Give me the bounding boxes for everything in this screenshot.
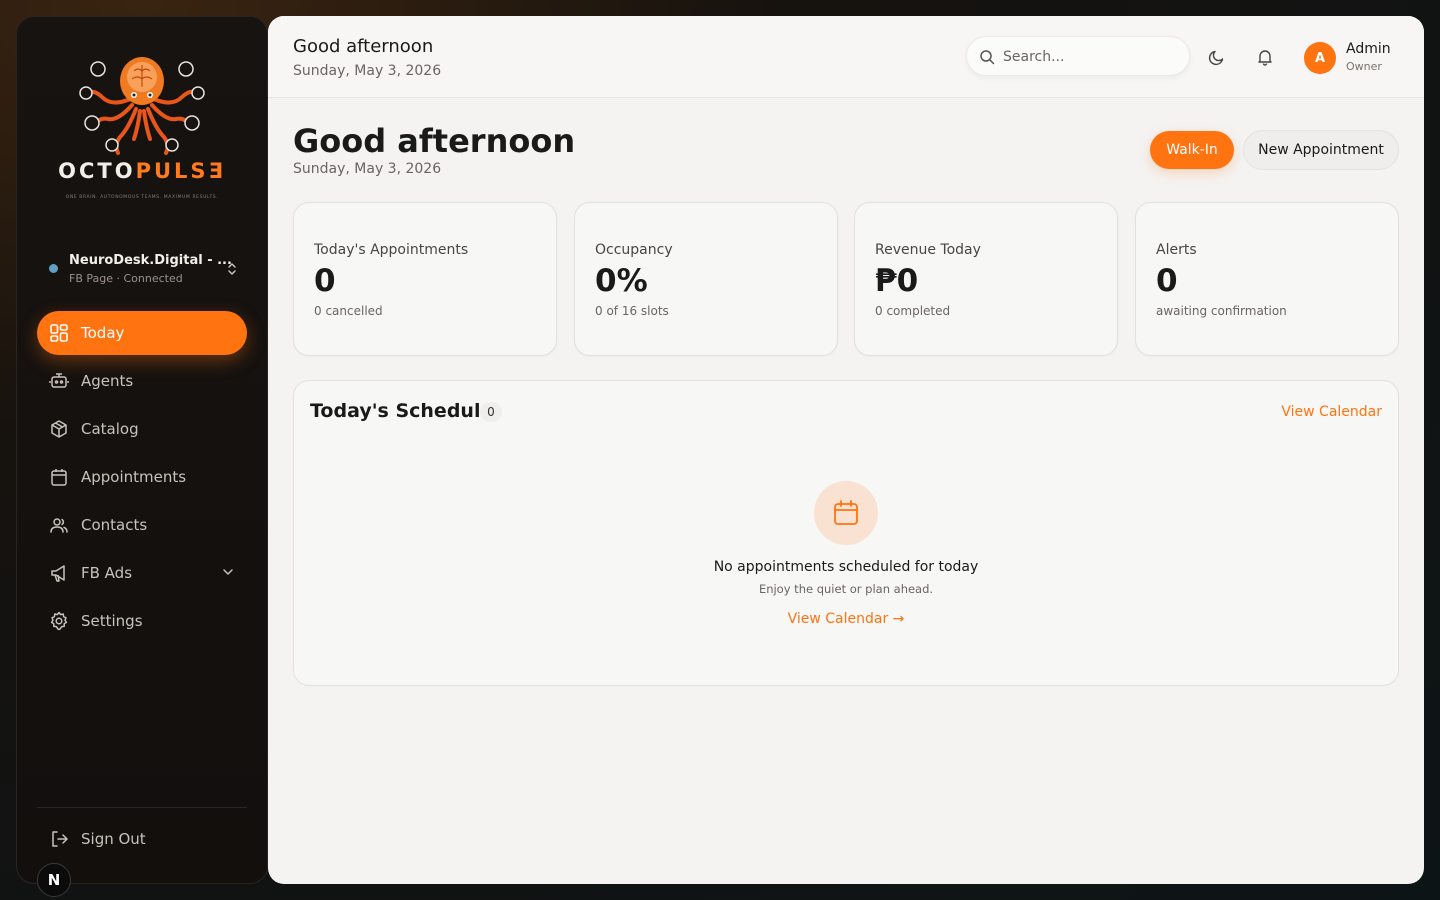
sidebar-item-catalog[interactable]: Catalog xyxy=(37,407,247,451)
search-box[interactable] xyxy=(966,36,1190,76)
stat-label: Revenue Today xyxy=(875,242,981,258)
chevron-up-down-icon xyxy=(228,263,236,275)
chevron-down-icon xyxy=(223,569,233,575)
empty-state-icon xyxy=(814,481,878,545)
stat-subtext: 0 cancelled xyxy=(314,304,383,318)
gear-icon xyxy=(49,611,69,631)
page-title: Good afternoon xyxy=(293,122,576,160)
stat-card-appointments: Today's Appointments 0 0 cancelled xyxy=(293,202,557,356)
sidebar-item-label: Settings xyxy=(81,612,143,630)
sidebar-divider xyxy=(37,807,247,808)
sidebar: OCTOPULSƎ ONE BRAIN. AUTONOMOUS TEAMS. M… xyxy=(16,16,268,897)
page-date: Sunday, May 3, 2026 xyxy=(293,161,442,177)
robot-icon xyxy=(49,371,69,391)
stat-value: 0 xyxy=(1156,263,1178,299)
logout-icon xyxy=(49,829,69,849)
stat-subtext: 0 of 16 slots xyxy=(595,304,669,318)
sidebar-item-label: Today xyxy=(81,324,125,342)
user-name: Admin xyxy=(1346,41,1391,57)
main-panel: Good afternoon Sunday, May 3, 2026 A Adm… xyxy=(268,16,1424,884)
sidebar-item-agents[interactable]: Agents xyxy=(37,359,247,403)
sign-out-button[interactable]: Sign Out xyxy=(49,829,146,849)
sidebar-item-contacts[interactable]: Contacts xyxy=(37,503,247,547)
todays-schedule-panel: Today's Schedule 0 View Calendar No appo… xyxy=(293,380,1399,686)
brand-tagline: ONE BRAIN. AUTONOMOUS TEAMS. MAXIMUM RES… xyxy=(65,195,219,200)
sidebar-item-label: Appointments xyxy=(81,468,187,486)
stat-label: Today's Appointments xyxy=(314,242,469,258)
user-role: Owner xyxy=(1346,60,1382,73)
stat-label: Alerts xyxy=(1156,242,1197,258)
app-badge[interactable]: N xyxy=(37,863,71,897)
stat-card-alerts: Alerts 0 awaiting confirmation xyxy=(1135,202,1399,356)
stat-card-occupancy: Occupancy 0% 0 of 16 slots xyxy=(574,202,838,356)
sidebar-item-label: Catalog xyxy=(81,420,139,438)
view-calendar-link[interactable]: View Calendar xyxy=(1281,404,1382,420)
brand-name: OCTOPULSƎ xyxy=(58,159,226,183)
avatar[interactable]: A xyxy=(1304,42,1336,74)
sidebar-item-settings[interactable]: Settings xyxy=(37,599,247,643)
workspace-subtitle: FB Page · Connected xyxy=(69,272,183,285)
search-icon xyxy=(980,50,995,65)
search-input[interactable] xyxy=(1003,46,1173,68)
dashboard-grid-icon xyxy=(49,323,69,343)
topbar-date: Sunday, May 3, 2026 xyxy=(293,63,442,79)
stat-value: ₱0 xyxy=(875,263,919,299)
empty-state-title: No appointments scheduled for today xyxy=(713,559,979,575)
stat-subtext: awaiting confirmation xyxy=(1156,304,1287,318)
bell-icon[interactable] xyxy=(1256,48,1274,66)
stat-card-revenue: Revenue Today ₱0 0 completed xyxy=(854,202,1118,356)
sidebar-item-fb-ads[interactable]: FB Ads xyxy=(37,551,247,595)
box-icon xyxy=(49,419,69,439)
sidebar-item-appointments[interactable]: Appointments xyxy=(37,455,247,499)
sidebar-nav: Today Agents Catalog Appointments Contac… xyxy=(37,311,247,647)
walk-in-button[interactable]: Walk-In xyxy=(1150,131,1234,169)
connection-status-dot xyxy=(49,264,58,273)
sign-out-label: Sign Out xyxy=(81,830,146,848)
stat-value: 0 xyxy=(314,263,336,299)
workspace-switcher[interactable]: NeuroDesk.Digital - ... FB Page · Connec… xyxy=(49,251,239,291)
stat-value: 0% xyxy=(595,263,648,299)
octopus-logo-icon xyxy=(79,57,205,155)
sidebar-item-today[interactable]: Today xyxy=(37,311,247,355)
topbar-greeting: Good afternoon xyxy=(293,36,434,57)
schedule-title: Today's Schedule xyxy=(310,400,494,422)
new-appointment-button[interactable]: New Appointment xyxy=(1243,130,1399,170)
moon-icon[interactable] xyxy=(1208,48,1226,66)
top-bar: Good afternoon Sunday, May 3, 2026 A Adm… xyxy=(268,16,1424,98)
sidebar-item-label: FB Ads xyxy=(81,564,133,582)
calendar-icon xyxy=(49,467,69,487)
calendar-icon xyxy=(834,500,858,525)
brand-logo xyxy=(17,47,267,227)
megaphone-icon xyxy=(49,563,69,583)
sidebar-item-label: Agents xyxy=(81,372,134,390)
workspace-name: NeuroDesk.Digital - ... xyxy=(69,253,232,268)
sidebar-item-label: Contacts xyxy=(81,516,148,534)
empty-state-subtitle: Enjoy the quiet or plan ahead. xyxy=(758,582,934,596)
empty-state-view-calendar-link[interactable]: View Calendar → xyxy=(294,611,1398,627)
stat-label: Occupancy xyxy=(595,242,673,258)
users-icon xyxy=(49,515,69,535)
schedule-count-badge: 0 xyxy=(480,402,502,422)
stat-subtext: 0 completed xyxy=(875,304,951,318)
